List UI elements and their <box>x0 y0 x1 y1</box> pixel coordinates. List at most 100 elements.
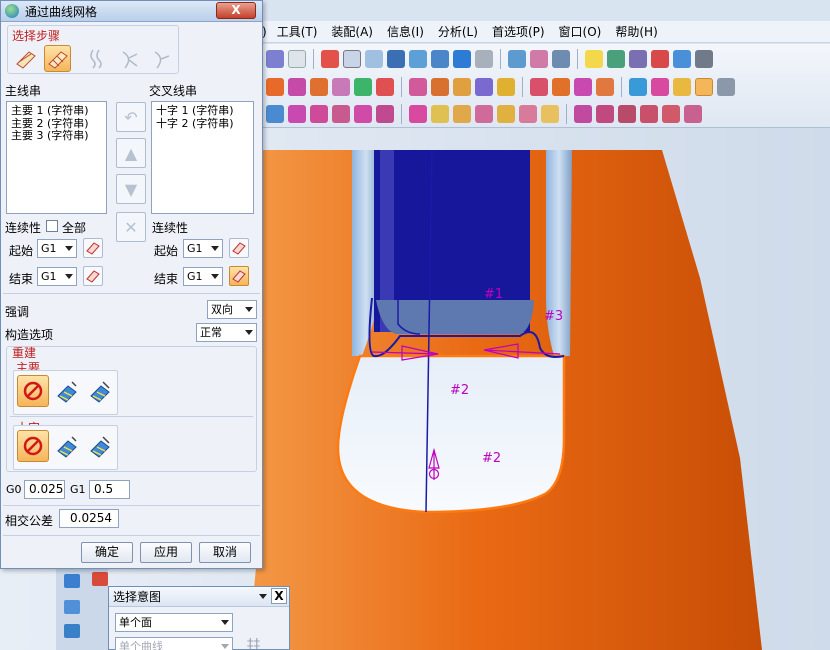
material-icon[interactable] <box>651 50 669 68</box>
assembly-icon[interactable] <box>64 624 80 638</box>
global-shape-icon[interactable] <box>497 105 515 123</box>
all-checkbox[interactable] <box>46 220 58 232</box>
extrude-icon[interactable] <box>310 78 328 96</box>
curve-arrow-icon[interactable] <box>266 78 284 96</box>
pocket-surface[interactable] <box>336 354 566 514</box>
primary-string-list[interactable]: 主要 1 (字符串) 主要 2 (字符串) 主要 3 (字符串) <box>6 101 107 214</box>
boolean-icon[interactable] <box>409 78 427 96</box>
cross-start-continuity-select[interactable]: G1 <box>183 239 223 258</box>
curve-rule-select[interactable]: 单个曲线 <box>115 637 233 650</box>
emphasis-select[interactable]: 双向 <box>207 300 257 319</box>
pan-icon[interactable] <box>409 50 427 68</box>
chamfer-icon[interactable] <box>376 78 394 96</box>
camera-icon[interactable] <box>629 50 647 68</box>
split-icon[interactable] <box>552 78 570 96</box>
move-up-button[interactable]: ▲ <box>116 138 146 168</box>
menu-item-info[interactable]: 信息(I) <box>387 23 424 40</box>
primary-start-continuity-select[interactable]: G1 <box>37 239 77 258</box>
cancel-button[interactable]: 取消 <box>199 542 251 563</box>
menu-item-window[interactable]: 窗口(O) <box>559 23 602 40</box>
grid-icon[interactable] <box>552 50 570 68</box>
menu-item-preferences[interactable]: 首选项(P) <box>492 23 545 40</box>
selection-intent-titlebar[interactable]: 选择意图 X <box>109 587 289 607</box>
sketch-icon[interactable] <box>288 78 306 96</box>
layer-icon[interactable] <box>508 50 526 68</box>
menu-item-help[interactable]: 帮助(H) <box>615 23 657 40</box>
point-icon[interactable] <box>409 105 427 123</box>
measure-icon[interactable] <box>530 50 548 68</box>
list-item[interactable]: 十字 2 (字符串) <box>156 117 249 131</box>
rotate-icon[interactable] <box>387 50 405 68</box>
cursor-icon[interactable] <box>288 50 306 68</box>
apply-button[interactable]: 应用 <box>140 542 192 563</box>
ruled-icon[interactable] <box>651 78 669 96</box>
sweep-icon[interactable] <box>717 78 735 96</box>
blend-icon[interactable] <box>354 78 372 96</box>
zoom-window-icon[interactable] <box>343 50 361 68</box>
list-item[interactable]: 十字 1 (字符串) <box>156 104 249 118</box>
primary-curve-step-icon[interactable] <box>12 45 39 72</box>
spline-icon[interactable] <box>574 105 592 123</box>
through-curves-icon[interactable] <box>673 78 691 96</box>
project-icon[interactable] <box>354 105 372 123</box>
list-item[interactable]: 主要 3 (字符串) <box>11 129 102 143</box>
primary-end-face-button[interactable] <box>83 266 103 286</box>
spine-step-icon[interactable] <box>82 45 109 72</box>
move-down-button[interactable]: ▼ <box>116 174 146 204</box>
menu-item-tools[interactable]: 工具(T) <box>277 23 318 40</box>
menu-item-assembly[interactable]: 装配(A) <box>331 23 373 40</box>
corner-icon[interactable] <box>662 105 680 123</box>
list-item[interactable]: 主要 1 (字符串) <box>11 104 102 118</box>
history-icon[interactable] <box>92 572 108 586</box>
curve-tools-icon[interactable] <box>310 105 328 123</box>
cross-start-face-button[interactable] <box>229 238 249 258</box>
line-icon[interactable] <box>618 105 636 123</box>
offset-icon[interactable] <box>475 78 493 96</box>
rebuild-degree-icon[interactable] <box>51 375 83 407</box>
mirror-icon[interactable] <box>530 78 548 96</box>
rebuild-degree-cross-icon[interactable] <box>51 430 83 462</box>
grid-shape-icon[interactable] <box>541 105 559 123</box>
render-style-icon[interactable] <box>475 50 493 68</box>
pattern-icon[interactable] <box>497 78 515 96</box>
no-rebuild-icon[interactable] <box>17 375 49 407</box>
curve-orient-step-icon[interactable] <box>148 45 175 72</box>
grid-snap-icon[interactable] <box>695 50 713 68</box>
cube-view-icon[interactable] <box>453 50 471 68</box>
no-rebuild-cross-icon[interactable] <box>17 430 49 462</box>
menu-item-analysis[interactable]: 分析(L) <box>438 23 478 40</box>
fit-view-icon[interactable] <box>321 50 339 68</box>
cube-icon[interactable] <box>64 574 80 588</box>
undo-arrow-button[interactable]: ↶ <box>116 102 146 132</box>
light-icon[interactable] <box>585 50 603 68</box>
arc-icon[interactable] <box>596 105 614 123</box>
sew-icon[interactable] <box>574 78 592 96</box>
fillet-curve-icon[interactable] <box>640 105 658 123</box>
construct-options-select[interactable]: 正常 <box>196 323 257 342</box>
intersect-icon[interactable] <box>376 105 394 123</box>
unfold-icon[interactable] <box>431 105 449 123</box>
shell-icon[interactable] <box>431 78 449 96</box>
extend-icon[interactable] <box>288 105 306 123</box>
intent-option-icon[interactable]: ‡‡ <box>247 637 260 650</box>
curve-guide-step-icon[interactable] <box>116 45 143 72</box>
zoom-icon[interactable] <box>365 50 383 68</box>
edit-surface-icon[interactable] <box>266 105 284 123</box>
shaded-view-icon[interactable] <box>431 50 449 68</box>
thicken-icon[interactable] <box>596 78 614 96</box>
primary-end-continuity-select[interactable]: G1 <box>37 267 77 286</box>
deform-icon[interactable] <box>475 105 493 123</box>
cross-string-list[interactable]: 十字 1 (字符串) 十字 2 (字符串) <box>151 101 254 214</box>
slot-wall-right[interactable] <box>546 150 572 356</box>
remove-button[interactable]: ✕ <box>116 212 146 242</box>
g1-tolerance-input[interactable]: 0.5 <box>89 480 130 499</box>
close-button[interactable]: X <box>216 2 256 19</box>
bridge-icon[interactable] <box>332 105 350 123</box>
g0-tolerance-input[interactable]: 0.025 <box>24 480 65 499</box>
cross-curve-step-icon[interactable] <box>44 45 71 72</box>
dialog-titlebar[interactable]: 通过曲线网格 X <box>1 1 262 22</box>
wrap-icon[interactable] <box>453 105 471 123</box>
ok-button[interactable]: 确定 <box>81 542 133 563</box>
cross-end-continuity-select[interactable]: G1 <box>183 267 223 286</box>
scene-icon[interactable] <box>673 50 691 68</box>
